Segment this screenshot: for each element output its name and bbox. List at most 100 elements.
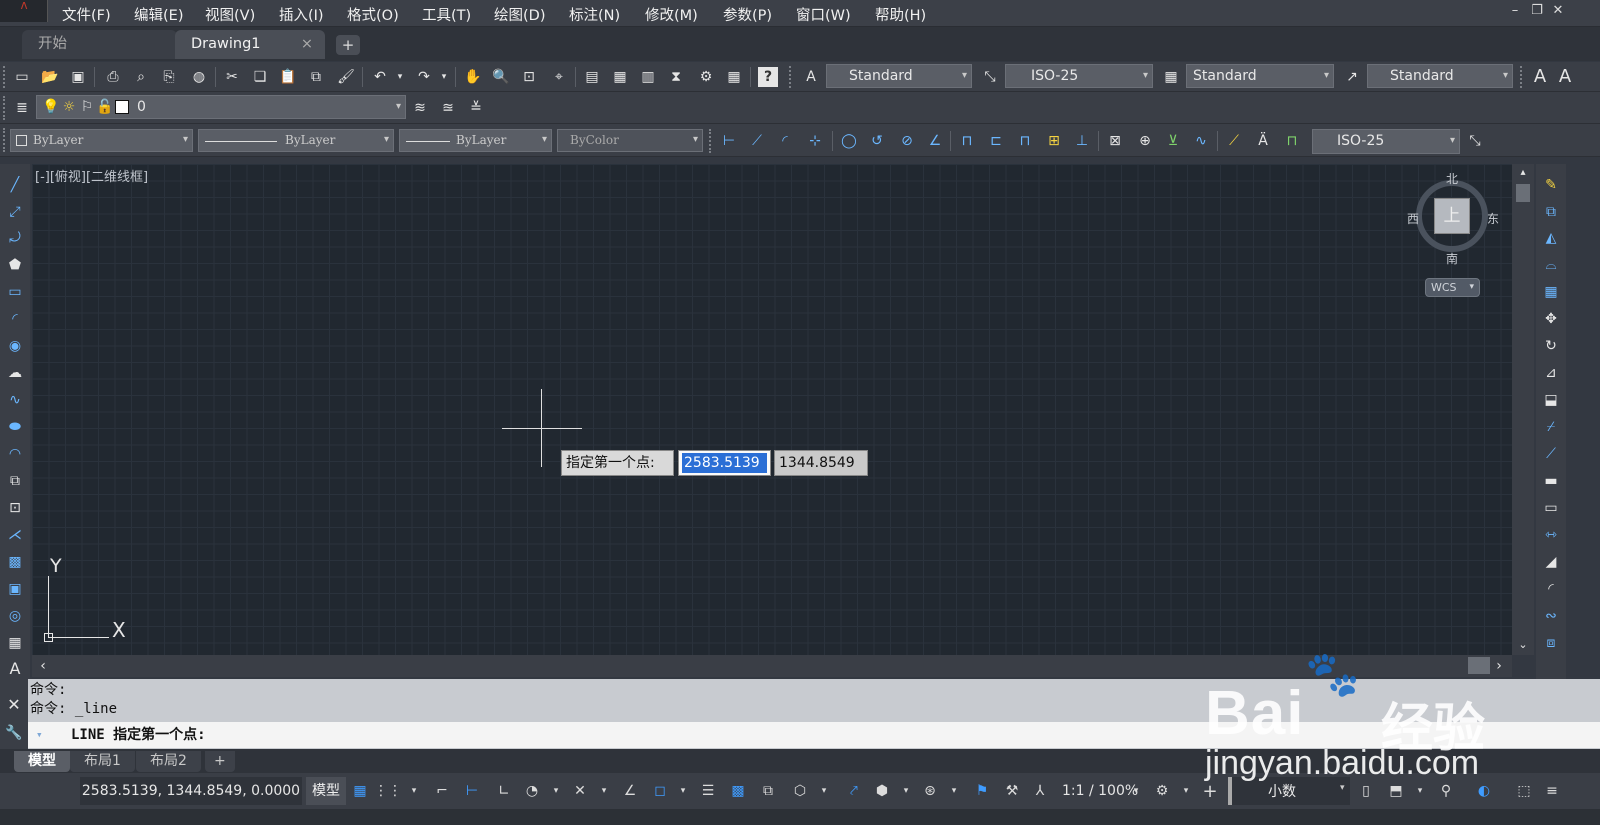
ellipse-icon[interactable]: ⬬ xyxy=(4,416,26,438)
scale-dropdown-icon[interactable]: ▾ xyxy=(1126,781,1146,801)
layer-select[interactable]: 💡 ☼ ⚐ 🔓 0 ▾ xyxy=(36,95,406,119)
layer-states-icon[interactable]: ≚ xyxy=(466,98,486,118)
layer-properties-icon[interactable]: ≣ xyxy=(12,98,32,118)
object-snap-icon[interactable]: ◻ xyxy=(650,781,670,801)
multiline-text-icon[interactable]: A xyxy=(4,658,26,680)
tolerance-icon[interactable]: ⊠ xyxy=(1104,131,1126,151)
workspace-dropdown-icon[interactable]: ▾ xyxy=(1176,781,1196,801)
quick-dimension-icon[interactable]: ⊓ xyxy=(956,131,978,151)
menu-draw[interactable]: 绘图(D) xyxy=(494,4,545,24)
menu-help[interactable]: 帮助(H) xyxy=(875,4,926,24)
pan-icon[interactable]: ✋ xyxy=(463,67,483,87)
ordinate-icon[interactable]: ⊹ xyxy=(804,131,826,151)
infer-constraints-icon[interactable]: ⌐ xyxy=(432,781,452,801)
transparency-icon[interactable]: ▩ xyxy=(728,781,748,801)
ortho-icon[interactable]: ∟ xyxy=(494,781,514,801)
command-recent-icon[interactable]: ▾ xyxy=(36,722,43,748)
dimension-text-edit-icon[interactable]: Ä xyxy=(1252,131,1274,151)
zoom-window-icon[interactable]: ⊡ xyxy=(519,67,539,87)
lineweight-icon[interactable]: ☰ xyxy=(698,781,718,801)
tool-palettes-icon[interactable]: ▥ xyxy=(638,67,658,87)
line-icon[interactable]: ╱ xyxy=(4,174,26,196)
continue-icon[interactable]: ⊓ xyxy=(1014,131,1036,151)
hatch-icon[interactable]: ▩ xyxy=(4,551,26,573)
text-icon[interactable]: A xyxy=(1530,67,1550,87)
menu-insert[interactable]: 插入(I) xyxy=(279,4,324,24)
undo-dropdown-icon[interactable]: ▾ xyxy=(394,67,406,87)
region-icon[interactable]: ◎ xyxy=(4,605,26,627)
table-style-icon[interactable]: ▦ xyxy=(1160,67,1182,87)
text-style-select[interactable]: Standard ▾ xyxy=(826,64,972,88)
aligned-dimension-icon[interactable]: ⟋ xyxy=(746,131,768,151)
tab-start[interactable]: 开始 xyxy=(22,30,177,59)
polyline-icon[interactable]: ⤾ xyxy=(4,227,26,249)
tab-layout2[interactable]: 布局2 xyxy=(136,751,201,772)
menu-tools[interactable]: 工具(T) xyxy=(422,4,471,24)
dimension-style-icon[interactable]: ⤡ xyxy=(979,67,1001,87)
circle-icon[interactable]: ◉ xyxy=(4,335,26,357)
multileader-style-select[interactable]: Standard ▾ xyxy=(1367,64,1513,88)
isodraft-dropdown-icon[interactable]: ▾ xyxy=(594,781,614,801)
mirror-icon[interactable]: ◭ xyxy=(1540,227,1562,249)
gizmo-icon[interactable]: ⊛ xyxy=(920,781,940,801)
rectangle-icon[interactable]: ▭ xyxy=(4,281,26,303)
cut-icon[interactable]: ✂ xyxy=(222,67,242,87)
menu-file[interactable]: 文件(F) xyxy=(62,4,111,24)
print-icon[interactable]: ⎙ xyxy=(103,67,123,87)
redo-dropdown-icon[interactable]: ▾ xyxy=(438,67,450,87)
zoom-realtime-icon[interactable]: 🔍 xyxy=(491,67,511,87)
angular-icon[interactable]: ∠ xyxy=(924,131,946,151)
customize-wrench-icon[interactable]: 🔧 xyxy=(4,723,24,743)
viewcube-top-face[interactable]: 上 xyxy=(1434,198,1470,234)
new-tab-button[interactable]: + xyxy=(336,35,360,55)
scroll-left-icon[interactable]: ‹ xyxy=(36,658,50,674)
menu-modify[interactable]: 修改(M) xyxy=(645,4,698,24)
scale-icon[interactable]: ⊿ xyxy=(1540,362,1562,384)
construction-line-icon[interactable]: ⤢ xyxy=(4,201,26,223)
tab-model[interactable]: 模型 xyxy=(14,751,70,772)
baseline-icon[interactable]: ⊏ xyxy=(985,131,1007,151)
print-preview-icon[interactable]: ⌕ xyxy=(131,67,151,87)
menu-parametric[interactable]: 参数(P) xyxy=(723,4,772,24)
multileader-style-icon[interactable]: ↗ xyxy=(1341,67,1363,87)
new-file-icon[interactable]: ▭ xyxy=(12,67,32,87)
scroll-up-icon[interactable]: ▴ xyxy=(1516,166,1530,180)
make-current-icon[interactable]: ≋ xyxy=(410,98,430,118)
arc-length-icon[interactable]: ◜ xyxy=(774,131,796,151)
save-icon[interactable]: ▣ xyxy=(68,67,88,87)
snap-icon[interactable]: ⋮⋮ xyxy=(374,781,402,801)
ellipse-arc-icon[interactable]: ◠ xyxy=(4,443,26,465)
make-block-icon[interactable]: ⊡ xyxy=(4,497,26,519)
stretch-icon[interactable]: ⬓ xyxy=(1540,389,1562,411)
drawing-canvas[interactable]: [-][俯视][二维线框] 指定第一个点: 2583.5139 1344.854… xyxy=(32,164,1512,655)
dynamic-input-icon[interactable]: ⊢ xyxy=(462,781,482,801)
mtext-icon[interactable]: A xyxy=(1555,67,1575,87)
lineweight-select[interactable]: ByLayer ▾ xyxy=(399,129,552,152)
annotation-scale-icon[interactable]: ⅄ xyxy=(1030,781,1050,801)
wcs-menu[interactable]: WCS ▾ xyxy=(1425,278,1480,297)
calculator-icon[interactable]: ▦ xyxy=(724,67,744,87)
sheet-set-icon[interactable]: ⧗ xyxy=(666,67,686,87)
tab-drawing1[interactable]: Drawing1 × xyxy=(175,30,325,59)
help-icon[interactable]: ? xyxy=(758,67,778,87)
workspace-gear-icon[interactable]: ⚙ xyxy=(1152,781,1172,801)
3d-osnap-dropdown-icon[interactable]: ▾ xyxy=(814,781,834,801)
viewport-freeze-icon[interactable]: ⚐ xyxy=(79,98,95,116)
spline-icon[interactable]: ∿ xyxy=(4,389,26,411)
properties-icon[interactable]: ▤ xyxy=(582,67,602,87)
color-select[interactable]: ByLayer ▾ xyxy=(10,129,193,152)
lightbulb-icon[interactable]: 💡 xyxy=(43,98,59,116)
dynamic-input-x-field[interactable]: 2583.5139 xyxy=(678,450,771,476)
zoom-previous-icon[interactable]: ⌖ xyxy=(549,67,569,87)
snap-dropdown-icon[interactable]: ▾ xyxy=(404,781,424,801)
menu-dimension[interactable]: 标注(N) xyxy=(569,4,620,24)
text-style-icon[interactable]: A xyxy=(800,67,822,87)
chamfer-icon[interactable]: ◢ xyxy=(1540,551,1562,573)
arc-icon[interactable]: ◜ xyxy=(4,308,26,330)
polar-tracking-icon[interactable]: ◔ xyxy=(522,781,542,801)
insert-block-icon[interactable]: ⧉ xyxy=(4,470,26,492)
dimension-style-select[interactable]: ISO-25 ▾ xyxy=(1005,64,1153,88)
jogged-linear-icon[interactable]: ∿ xyxy=(1190,131,1212,151)
match-properties-icon[interactable]: 🖌 xyxy=(336,67,356,87)
join-icon[interactable]: ⇿ xyxy=(1540,524,1562,546)
